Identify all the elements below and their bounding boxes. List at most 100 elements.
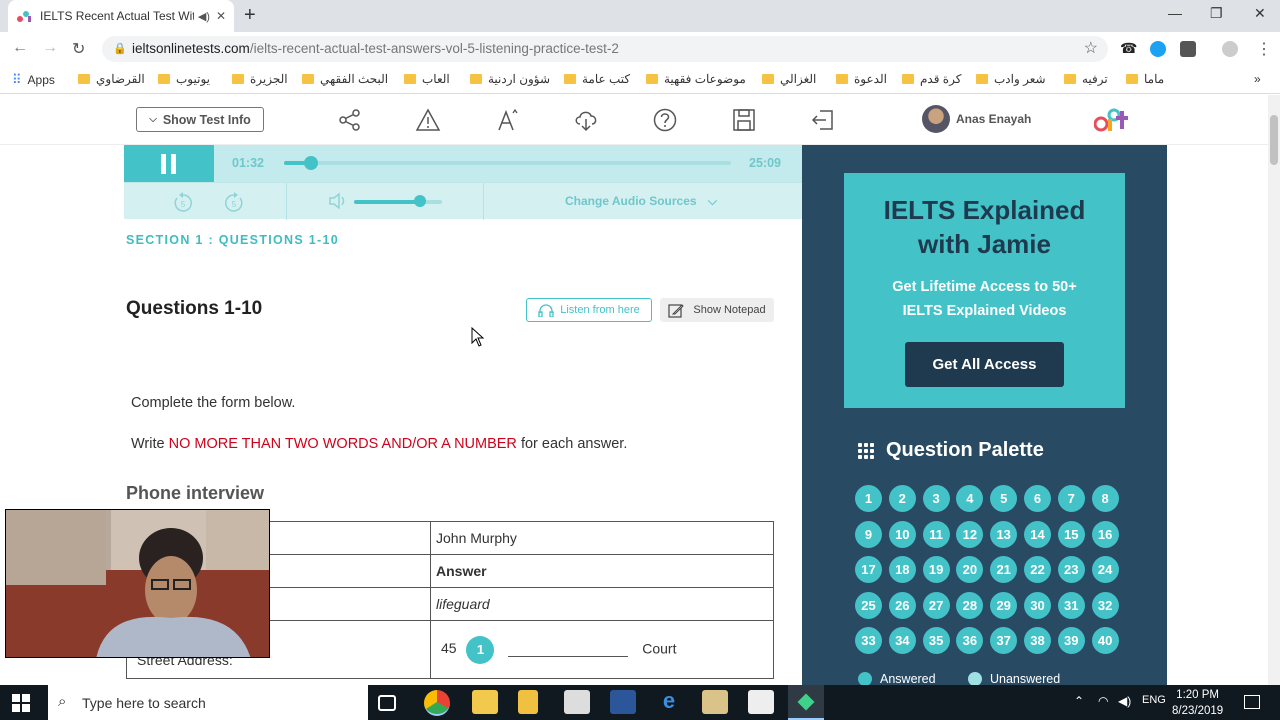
minimize-icon[interactable]: — [1168,5,1182,21]
palette-question-button[interactable]: 10 [888,520,916,548]
bookmark-item[interactable]: القرضاوي [78,72,145,86]
new-tab-icon[interactable]: + [244,4,256,27]
palette-question-button[interactable]: 25 [855,591,882,619]
file-explorer-icon[interactable] [472,690,498,714]
palette-question-button[interactable]: 29 [990,591,1018,619]
windows-start-icon[interactable] [12,694,30,712]
rewind-5-icon[interactable]: 5 [172,192,194,214]
palette-question-button[interactable]: 9 [855,520,882,548]
palette-question-button[interactable]: 36 [956,627,984,655]
palette-question-button[interactable]: 5 [990,485,1018,512]
chrome-taskbar-icon[interactable] [424,690,450,716]
palette-question-button[interactable]: 30 [1023,591,1051,619]
bookmark-item[interactable]: كتب عامة [564,72,630,86]
bookmark-item[interactable]: الجزيرة [232,72,288,86]
bookmark-item[interactable]: شؤون اردنية [470,72,550,86]
show-test-info-button[interactable]: ⌵ Show Test Info [136,107,264,132]
palette-question-button[interactable]: 22 [1023,556,1051,584]
browser-tab[interactable]: IELTS Recent Actual Test With ◀) ✕ [8,0,234,32]
palette-question-button[interactable]: 37 [990,627,1018,655]
camera-app-icon[interactable] [748,690,774,714]
facebook-extension-icon[interactable] [1180,41,1196,57]
page-scrollbar[interactable] [1268,95,1280,685]
palette-question-button[interactable]: 33 [855,627,882,655]
close-window-icon[interactable]: ✕ [1254,5,1266,22]
bookmark-item[interactable]: البحث الفقهي [302,72,388,86]
bookmarks-overflow[interactable]: » [1254,72,1261,86]
edge-icon[interactable]: e [656,690,682,714]
palette-question-button[interactable]: 24 [1091,556,1119,584]
bookmark-item[interactable]: ماما [1126,72,1164,86]
audio-progress-handle[interactable] [303,156,318,170]
sticky-app-icon[interactable] [518,690,538,714]
palette-question-button[interactable]: 39 [1057,627,1085,655]
restore-icon[interactable]: ❐ [1210,5,1223,22]
warning-icon[interactable] [415,107,441,133]
bookmark-item[interactable]: الدعوة [836,72,887,86]
bookmark-item[interactable]: الغزالي [762,72,816,86]
palette-question-button[interactable]: 28 [956,591,984,619]
bookmark-star-icon[interactable]: ☆ [1084,36,1098,62]
pause-button[interactable] [124,145,214,182]
palette-question-button[interactable]: 20 [956,556,984,584]
word-icon[interactable] [610,690,636,714]
palette-question-button[interactable]: 13 [990,520,1018,548]
recorder-app-icon[interactable] [788,685,824,720]
palette-question-button[interactable]: 18 [888,556,916,584]
share-icon[interactable] [337,107,363,133]
profile-icon[interactable] [1222,41,1238,57]
get-all-access-button[interactable]: Get All Access [905,342,1064,387]
palette-question-button[interactable]: 17 [855,556,882,584]
reload-icon[interactable]: ↻ [72,39,85,59]
palette-question-button[interactable]: 2 [888,485,916,512]
bookmark-apps[interactable]: ⠿ Apps [12,72,55,88]
notifications-icon[interactable] [1244,695,1260,709]
palette-question-button[interactable]: 26 [888,591,916,619]
bookmark-item[interactable]: شعر وادب [976,72,1046,86]
bookmark-item[interactable]: يوتيوب [158,72,210,86]
palette-question-button[interactable]: 35 [922,627,950,655]
palette-question-button[interactable]: 40 [1091,627,1119,655]
palette-question-button[interactable]: 15 [1057,520,1085,548]
answer-1-input[interactable] [508,643,629,657]
notes-app-icon[interactable] [702,690,728,714]
speaker-icon[interactable]: ◀) [1118,694,1131,708]
palette-question-button[interactable]: 11 [922,520,950,548]
bookmark-item[interactable]: ترفيه [1064,72,1108,86]
exit-icon[interactable] [810,107,836,133]
palette-question-button[interactable]: 6 [1023,485,1051,512]
scrollbar-thumb[interactable] [1270,115,1278,165]
font-size-icon[interactable] [495,107,521,133]
audio-progress-track[interactable] [284,161,731,165]
tab-audio-icon[interactable]: ◀) [198,10,210,23]
palette-question-button[interactable]: 31 [1057,591,1085,619]
palette-question-button[interactable]: 3 [922,485,950,512]
palette-question-button[interactable]: 8 [1091,485,1119,512]
tray-chevron-icon[interactable]: ⌃ [1074,694,1084,708]
forward-5-icon[interactable]: 5 [223,192,245,214]
palette-question-button[interactable]: 23 [1057,556,1085,584]
show-notepad-button[interactable]: Show Notepad [660,298,774,322]
palette-question-button[interactable]: 21 [990,556,1018,584]
mail-icon[interactable] [564,690,590,714]
palette-question-button[interactable]: 4 [956,485,984,512]
bookmark-item[interactable]: موضوعات فقهية [646,72,746,86]
forward-icon[interactable]: → [42,39,58,57]
url-input[interactable]: 🔒 ieltsonlinetests.com/ielts-recent-actu… [102,36,1108,62]
help-icon[interactable] [652,107,678,133]
bookmark-item[interactable]: كرة قدم [902,72,961,86]
palette-question-button[interactable]: 16 [1091,520,1119,548]
taskbar-clock[interactable]: 1:20 PM 8/23/2019 [1172,687,1223,719]
bookmark-item[interactable]: العاب [404,72,450,86]
wifi-icon[interactable]: ◠ [1098,694,1108,708]
palette-question-button[interactable]: 1 [855,485,882,512]
user-profile[interactable]: Anas Enayah [922,105,1031,133]
palette-question-button[interactable]: 32 [1091,591,1119,619]
phone-extension-icon[interactable]: ☎ [1120,40,1137,56]
site-logo-icon[interactable] [1094,105,1130,133]
palette-question-button[interactable]: 27 [922,591,950,619]
download-icon[interactable] [573,107,599,133]
tab-close-icon[interactable]: ✕ [216,9,226,23]
save-icon[interactable] [731,107,757,133]
skype-extension-icon[interactable] [1150,41,1166,57]
